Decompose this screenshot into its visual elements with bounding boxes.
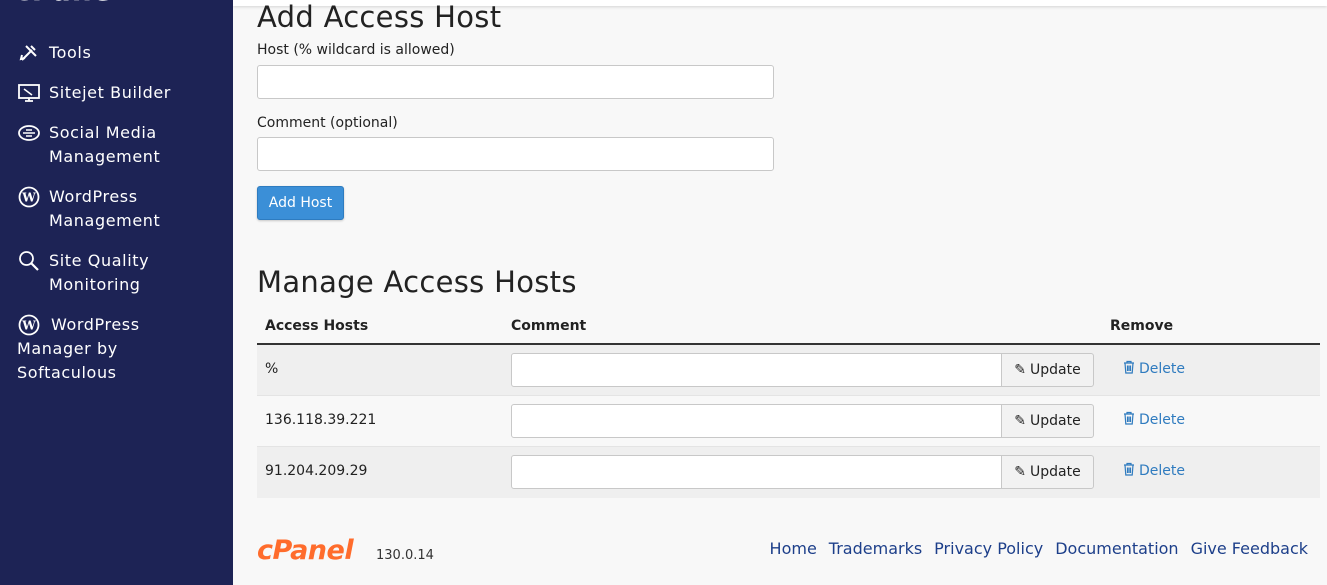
version-text: 130.0.14 — [376, 548, 434, 563]
pencil-icon: ✎ — [1014, 464, 1027, 480]
row-comment-input[interactable] — [511, 404, 1002, 438]
footer-link-give-feedback[interactable]: Give Feedback — [1191, 539, 1308, 558]
pencil-icon: ✎ — [1014, 362, 1027, 378]
footer-cpanel-logo[interactable]: cPanel — [257, 536, 354, 566]
footer-link-trademarks[interactable]: Trademarks — [829, 539, 922, 558]
trash-icon — [1123, 360, 1135, 378]
column-header-remove: Remove — [1110, 318, 1174, 334]
wordpress-icon: W — [17, 185, 41, 209]
sidebar-item-social-media-management[interactable]: Social Media Management — [17, 121, 160, 169]
footer-link-home[interactable]: Home — [770, 539, 817, 558]
delete-link[interactable]: Delete — [1123, 360, 1185, 378]
svg-text:W: W — [21, 191, 36, 205]
delete-label: Delete — [1139, 361, 1185, 377]
row-comment-input[interactable] — [511, 455, 1002, 489]
sidebar-item-label: Tools — [49, 43, 92, 62]
host-cell: 136.118.39.221 — [265, 412, 377, 428]
comment-field-label: Comment (optional) — [257, 115, 398, 131]
column-header-access-hosts: Access Hosts — [265, 318, 369, 334]
column-header-comment: Comment — [511, 318, 587, 334]
update-label: Update — [1030, 413, 1081, 429]
sidebar-item-sitejet-builder[interactable]: Sitejet Builder — [17, 81, 171, 105]
manage-access-hosts-title: Manage Access Hosts — [257, 265, 577, 299]
sidebar-item-label: Social Media Management — [49, 123, 161, 166]
update-label: Update — [1030, 464, 1081, 480]
table-row: % ✎ Update Delete — [257, 345, 1320, 396]
delete-label: Delete — [1139, 463, 1185, 479]
host-cell: % — [265, 361, 279, 377]
host-cell: 91.204.209.29 — [265, 463, 368, 479]
sidebar-item-label: Sitejet Builder — [49, 83, 171, 102]
sidebar-item-wordpress-manager-by-softaculous[interactable]: W WordPress Manager by Softaculous — [17, 313, 140, 385]
host-field-label: Host (% wildcard is allowed) — [257, 42, 455, 58]
update-label: Update — [1030, 362, 1081, 378]
host-input[interactable] — [257, 65, 774, 99]
sidebar: cPanel Tools Sitejet Builder Social Medi… — [0, 0, 233, 585]
row-comment-input[interactable] — [511, 353, 1002, 387]
delete-label: Delete — [1139, 412, 1185, 428]
cpanel-logo-text: cPanel — [16, 0, 125, 6]
add-host-button[interactable]: Add Host — [257, 186, 344, 220]
trash-icon — [1123, 462, 1135, 480]
sidebar-item-site-quality-monitoring[interactable]: Site Quality Monitoring — [17, 249, 149, 297]
tools-icon — [17, 41, 41, 65]
sidebar-item-label: WordPress Manager by Softaculous — [17, 315, 140, 382]
table-header: Access Hosts Comment Remove — [257, 310, 1320, 345]
footer-links: Home Trademarks Privacy Policy Documenta… — [770, 539, 1308, 558]
table-row: 136.118.39.221 ✎ Update Delete — [257, 396, 1320, 447]
sidebar-item-label: Site Quality Monitoring — [49, 251, 150, 294]
cpanel-logo[interactable]: cPanel — [16, 0, 136, 6]
update-button[interactable]: ✎ Update — [1001, 455, 1094, 489]
table-row: 91.204.209.29 ✎ Update Delete — [257, 447, 1320, 498]
add-access-host-title: Add Access Host — [257, 0, 502, 34]
comment-input[interactable] — [257, 137, 774, 171]
sidebar-item-wordpress-management[interactable]: W WordPress Management — [17, 185, 160, 233]
access-hosts-table: Access Hosts Comment Remove % ✎ Update D… — [257, 310, 1320, 498]
sidebar-item-tools[interactable]: Tools — [17, 41, 91, 65]
monitor-icon — [17, 81, 41, 105]
delete-link[interactable]: Delete — [1123, 462, 1185, 480]
delete-link[interactable]: Delete — [1123, 411, 1185, 429]
footer-link-privacy-policy[interactable]: Privacy Policy — [934, 539, 1043, 558]
sidebar-item-label: WordPress Management — [49, 187, 161, 230]
footer-link-documentation[interactable]: Documentation — [1055, 539, 1178, 558]
magnifier-icon — [17, 249, 41, 273]
update-button[interactable]: ✎ Update — [1001, 353, 1094, 387]
pencil-icon: ✎ — [1014, 413, 1027, 429]
trash-icon — [1123, 411, 1135, 429]
social-media-icon — [17, 121, 41, 145]
update-button[interactable]: ✎ Update — [1001, 404, 1094, 438]
